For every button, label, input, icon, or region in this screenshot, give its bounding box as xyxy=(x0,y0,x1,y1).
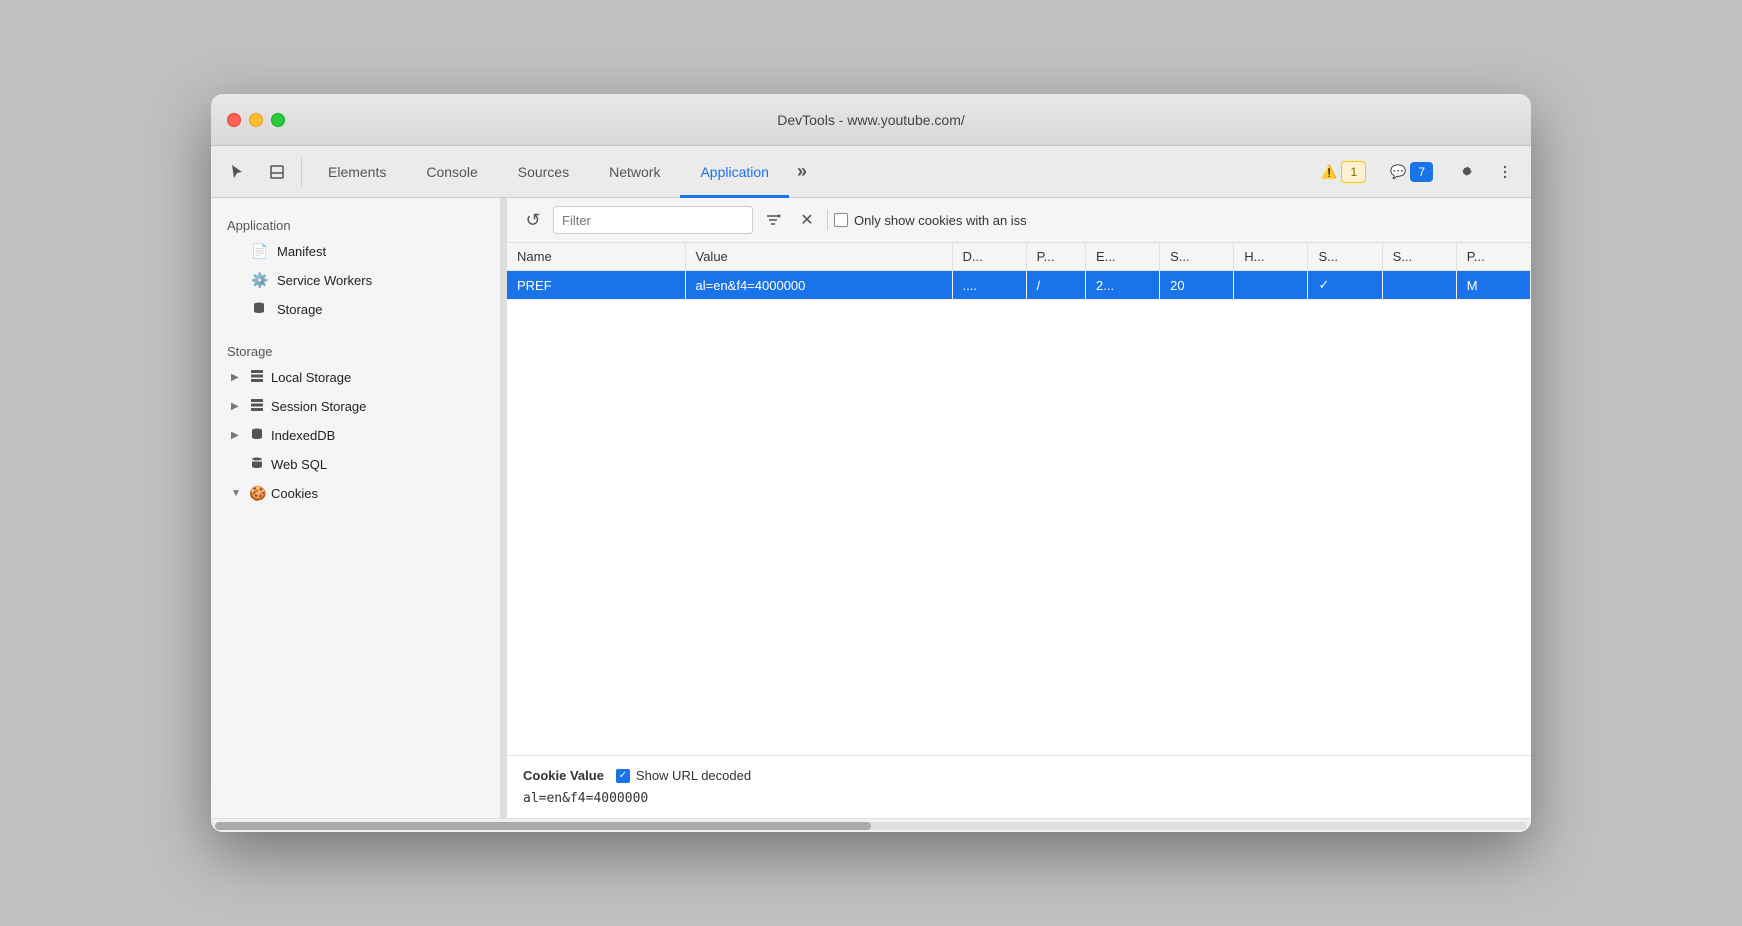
cell-secure: ✓ xyxy=(1308,271,1382,300)
url-decoded-checkbox[interactable]: ✓ xyxy=(616,769,630,783)
filter-options-icon[interactable] xyxy=(759,206,787,234)
col-header-priority[interactable]: P... xyxy=(1456,243,1530,271)
cookie-value-text: al=en&f4=4000000 xyxy=(523,791,1515,806)
only-show-checkbox[interactable] xyxy=(834,213,848,227)
only-show-label: Only show cookies with an iss xyxy=(834,213,1027,228)
tab-console[interactable]: Console xyxy=(406,146,497,198)
storage-section-title: Storage xyxy=(211,336,500,363)
service-workers-icon: ⚙️ xyxy=(251,272,267,289)
col-header-secure[interactable]: S... xyxy=(1308,243,1382,271)
info-badge-button[interactable]: 💬 7 xyxy=(1380,158,1443,186)
filter-input[interactable] xyxy=(553,206,753,234)
session-storage-icon xyxy=(249,398,265,415)
col-header-name[interactable]: Name xyxy=(507,243,685,271)
cell-value: al=en&f4=4000000 xyxy=(685,271,952,300)
refresh-button[interactable]: ↺ xyxy=(519,206,547,234)
maximize-button[interactable] xyxy=(271,113,285,127)
tab-network[interactable]: Network xyxy=(589,146,680,198)
chat-icon: 💬 xyxy=(1390,164,1406,180)
settings-button[interactable] xyxy=(1447,154,1483,190)
local-storage-icon xyxy=(249,369,265,386)
cursor-icon[interactable] xyxy=(219,154,255,190)
sidebar-item-storage-app[interactable]: Storage xyxy=(215,295,496,324)
window-title: DevTools - www.youtube.com/ xyxy=(777,112,965,128)
cell-samesite xyxy=(1382,271,1456,300)
sidebar-item-service-workers[interactable]: ⚙️ Service Workers xyxy=(215,266,496,295)
manifest-icon: 📄 xyxy=(251,243,267,260)
cell-path: / xyxy=(1026,271,1085,300)
devtools-window: DevTools - www.youtube.com/ Elements Con… xyxy=(211,94,1531,832)
cell-expires: 2... xyxy=(1085,271,1159,300)
indexeddb-icon xyxy=(249,427,265,444)
sidebar: Application 📄 Manifest ⚙️ Service Worker… xyxy=(211,198,501,818)
traffic-lights xyxy=(227,113,285,127)
cell-priority: M xyxy=(1456,271,1530,300)
cell-domain: .... xyxy=(952,271,1026,300)
col-header-expires[interactable]: E... xyxy=(1085,243,1159,271)
col-header-domain[interactable]: D... xyxy=(952,243,1026,271)
sidebar-item-indexeddb[interactable]: ▶ IndexedDB xyxy=(215,421,496,450)
title-bar: DevTools - www.youtube.com/ xyxy=(211,94,1531,146)
cell-http xyxy=(1234,271,1308,300)
cell-name: PREF xyxy=(507,271,685,300)
url-decoded-label[interactable]: ✓ Show URL decoded xyxy=(616,768,751,783)
cookie-value-panel: Cookie Value ✓ Show URL decoded al=en&f4… xyxy=(507,755,1531,818)
info-count: 7 xyxy=(1410,162,1433,182)
col-header-http[interactable]: H... xyxy=(1234,243,1308,271)
tab-bar: Elements Console Sources Network Applica… xyxy=(211,146,1531,198)
cookie-value-label: Cookie Value xyxy=(523,768,604,783)
table-row[interactable]: PREF al=en&f4=4000000 .... / 2... 20 ✓ M xyxy=(507,271,1531,300)
scrollbar-track[interactable] xyxy=(215,822,1527,830)
sidebar-item-web-sql[interactable]: ▶ Web SQL xyxy=(215,450,496,479)
col-header-size[interactable]: S... xyxy=(1160,243,1234,271)
application-section-title: Application xyxy=(211,210,500,237)
expand-local-storage-icon: ▶ xyxy=(231,372,243,383)
scrollbar-thumb[interactable] xyxy=(215,822,871,830)
tab-elements[interactable]: Elements xyxy=(308,146,406,198)
clear-cookies-button[interactable]: ✕ xyxy=(793,206,821,234)
sidebar-bottom-scrollbar xyxy=(211,818,1531,832)
tab-sources[interactable]: Sources xyxy=(498,146,589,198)
tab-actions: ⚠️ 1 💬 7 xyxy=(1311,154,1523,190)
sidebar-item-local-storage[interactable]: ▶ Local Storage xyxy=(215,363,496,392)
dock-icon[interactable] xyxy=(259,154,295,190)
storage-icon xyxy=(251,301,267,318)
more-options-button[interactable] xyxy=(1487,154,1523,190)
warning-badge-button[interactable]: ⚠️ 1 xyxy=(1311,157,1376,187)
cookies-icon: 🍪 xyxy=(249,485,265,502)
sidebar-item-session-storage[interactable]: ▶ Session Storage xyxy=(215,392,496,421)
expand-indexeddb-icon: ▶ xyxy=(231,430,243,441)
cookies-table: Name Value D... P... E... S... H... S...… xyxy=(507,243,1531,755)
web-sql-icon xyxy=(249,456,265,473)
cookie-value-header: Cookie Value ✓ Show URL decoded xyxy=(523,768,1515,783)
main-content: Application 📄 Manifest ⚙️ Service Worker… xyxy=(211,198,1531,818)
expand-cookies-icon: ▼ xyxy=(231,488,243,499)
close-button[interactable] xyxy=(227,113,241,127)
warning-icon: ⚠️ xyxy=(1321,164,1337,180)
cookies-toolbar: ↺ ✕ Only show cookies w xyxy=(507,198,1531,243)
warning-count: 1 xyxy=(1341,161,1366,183)
sidebar-item-cookies[interactable]: ▼ 🍪 Cookies xyxy=(215,479,496,508)
table-header-row: Name Value D... P... E... S... H... S...… xyxy=(507,243,1531,271)
right-panel: ↺ ✕ Only show cookies w xyxy=(507,198,1531,818)
sidebar-item-manifest[interactable]: 📄 Manifest xyxy=(215,237,496,266)
expand-session-storage-icon: ▶ xyxy=(231,401,243,412)
tab-divider xyxy=(301,158,302,186)
col-header-value[interactable]: Value xyxy=(685,243,952,271)
cell-size: 20 xyxy=(1160,271,1234,300)
tab-application[interactable]: Application xyxy=(680,146,789,198)
minimize-button[interactable] xyxy=(249,113,263,127)
col-header-samesite[interactable]: S... xyxy=(1382,243,1456,271)
col-header-path[interactable]: P... xyxy=(1026,243,1085,271)
more-tabs-button[interactable]: » xyxy=(789,154,815,190)
toolbar-separator xyxy=(827,210,828,230)
